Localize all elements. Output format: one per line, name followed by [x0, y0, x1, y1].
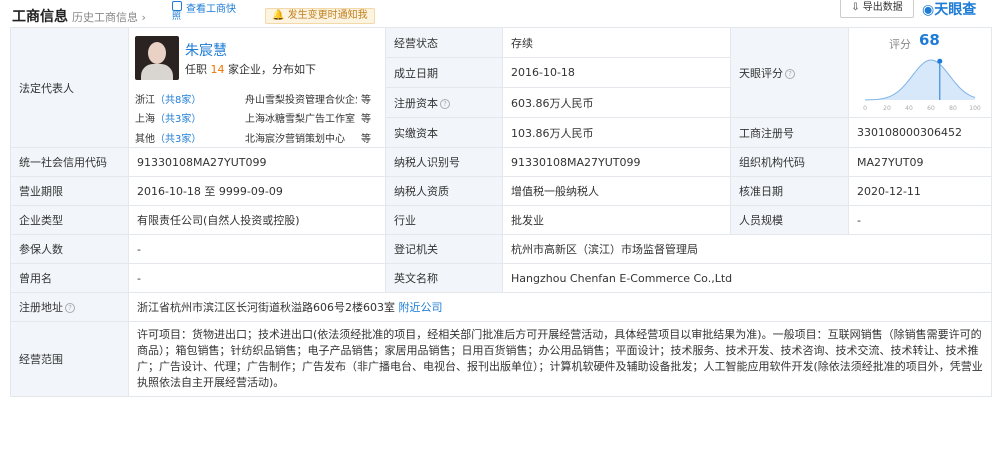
company-link[interactable]: 舟山雪梨投资管理合伙企业	[245, 91, 357, 106]
bell-icon: 🔔	[272, 10, 285, 21]
reg-no-label: 工商注册号	[730, 117, 849, 148]
former-name-value: -	[128, 263, 386, 293]
legal-rep-summary: 任职 14 家企业，分布如下	[185, 63, 316, 76]
download-icon: ⇩	[851, 2, 860, 13]
logo-icon: ◉	[922, 2, 935, 18]
industry-value: 批发业	[502, 205, 731, 235]
view-snapshot-label: 查看工商快	[186, 4, 236, 15]
company-link[interactable]: 北海宸汐营销策划中心	[245, 130, 357, 145]
authority-label: 登记机关	[385, 234, 503, 264]
list-item: 其他（共3家） 北海宸汐营销策划中心 等	[135, 130, 380, 145]
tab-business-info[interactable]: 工商信息	[12, 6, 68, 26]
scope-value: 许可项目：货物进出口；技术进出口(依法须经批准的项目，经相关部门批准后方可开展经…	[128, 321, 992, 397]
status-value: 存续	[502, 27, 731, 58]
score-label: 评分	[889, 38, 911, 51]
term-value: 2016-10-18 至 9999-09-09	[128, 176, 386, 206]
score-cell: 评分 68 0 20 40 60 80 100	[848, 27, 992, 118]
scope-label: 经营范围	[10, 321, 129, 397]
nearby-companies-link[interactable]: 附近公司	[399, 301, 443, 314]
company-link[interactable]: 上海冰糖雪梨广告工作室	[245, 110, 357, 125]
credit-code-label: 统一社会信用代码	[10, 147, 129, 177]
top-bar: 工商信息 历史工商信息 › 查看工商快 照 🔔 发生变更时通知我 ⇩ 导出数据 …	[0, 0, 1000, 28]
reg-no-value: 330108000306452	[848, 117, 992, 148]
legal-rep-count: 14	[210, 63, 225, 76]
view-snapshot-label-2: 照	[172, 12, 182, 22]
list-item: 上海（共3家） 上海冰糖雪梨广告工作室 等	[135, 110, 380, 125]
credit-code-value: 91330108MA27YUT099	[128, 147, 386, 177]
established-label: 成立日期	[385, 57, 503, 88]
brand-name: 天眼查	[934, 2, 977, 18]
tyc-score-label: 天眼评分?	[730, 27, 849, 118]
tax-id-value: 91330108MA27YUT099	[502, 147, 731, 177]
help-icon[interactable]: ?	[440, 98, 450, 109]
business-info-table: 法定代表人 朱宸慧 任职 14 家企业，分布如下 浙江（共8家） 舟山雪梨投资管…	[10, 27, 992, 397]
list-item: 浙江（共8家） 舟山雪梨投资管理合伙企业 等	[135, 91, 380, 106]
taxpayer-value: 增值税一般纳税人	[502, 176, 731, 206]
insured-label: 参保人数	[10, 234, 129, 264]
brand-logo: ◉天眼查	[922, 0, 976, 19]
legal-rep-cell: 朱宸慧 任职 14 家企业，分布如下 浙江（共8家） 舟山雪梨投资管理合伙企业 …	[128, 27, 386, 148]
export-data-button[interactable]: ⇩ 导出数据	[840, 0, 914, 18]
score-distribution-chart: 0 20 40 60 80 100	[863, 58, 981, 112]
type-value: 有限责任公司(自然人投资或控股)	[128, 205, 386, 235]
help-icon[interactable]: ?	[785, 68, 795, 79]
type-label: 企业类型	[10, 205, 129, 235]
reg-capital-label: 注册资本?	[385, 87, 503, 118]
authority-value: 杭州市高新区（滨江）市场监督管理局	[502, 234, 992, 264]
tax-id-label: 纳税人识别号	[385, 147, 503, 177]
address-label: 注册地址?	[10, 292, 129, 322]
established-value: 2016-10-18	[502, 57, 731, 88]
view-snapshot-button[interactable]: 查看工商快 照	[172, 0, 236, 22]
help-icon[interactable]: ?	[65, 303, 75, 313]
insured-value: -	[128, 234, 386, 264]
staff-value: -	[848, 205, 992, 235]
notify-label: 发生变更时通知我	[287, 10, 368, 21]
status-label: 经营状态	[385, 27, 503, 58]
legal-rep-name[interactable]: 朱宸慧	[185, 40, 227, 60]
paid-capital-value: 103.86万人民币	[502, 117, 731, 148]
axis-tick-label: 40	[905, 105, 913, 112]
org-code-value: MA27YUT09	[848, 147, 992, 177]
score-dot	[937, 58, 943, 64]
staff-label: 人员规模	[730, 205, 849, 235]
legal-rep-label: 法定代表人	[10, 27, 129, 148]
approved-label: 核准日期	[730, 176, 849, 206]
notify-on-change-button[interactable]: 🔔 发生变更时通知我	[265, 8, 375, 24]
industry-label: 行业	[385, 205, 503, 235]
tab-history-info[interactable]: 历史工商信息 ›	[72, 9, 146, 25]
paid-capital-label: 实缴资本	[385, 117, 503, 148]
address-value: 浙江省杭州市滨江区长河街道秋溢路606号2楼603室 附近公司	[128, 292, 992, 322]
taxpayer-label: 纳税人资质	[385, 176, 503, 206]
term-label: 营业期限	[10, 176, 129, 206]
axis-tick-label: 0	[863, 105, 867, 112]
export-label: 导出数据	[862, 2, 903, 13]
approved-value: 2020-12-11	[848, 176, 992, 206]
former-name-label: 曾用名	[10, 263, 129, 293]
axis-tick-label: 60	[927, 105, 935, 112]
axis-tick-label: 100	[969, 105, 981, 112]
reg-capital-value: 603.86万人民币	[502, 87, 731, 118]
english-name-value: Hangzhou Chenfan E-Commerce Co.,Ltd	[502, 263, 992, 293]
axis-tick-label: 80	[949, 105, 957, 112]
avatar[interactable]	[135, 36, 179, 80]
org-code-label: 组织机构代码	[730, 147, 849, 177]
english-name-label: 英文名称	[385, 263, 503, 293]
axis-tick-label: 20	[883, 105, 891, 112]
score-value: 68	[919, 31, 940, 49]
